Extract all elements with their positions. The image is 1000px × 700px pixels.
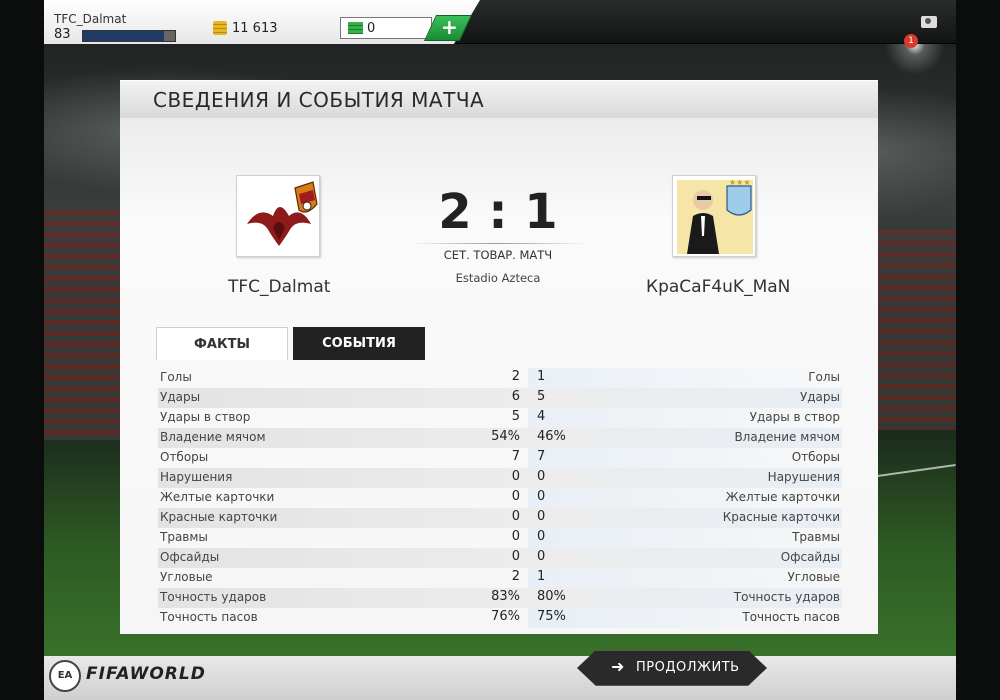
stat-value-home: 76% xyxy=(491,609,520,624)
coins-balance: 11 613 xyxy=(232,21,278,36)
stat-label-home: Отборы xyxy=(160,450,209,464)
stat-label-away: Удары в створ xyxy=(749,410,840,424)
stat-row: Удары 6 5 Удары xyxy=(158,388,842,408)
stat-row: Угловые 2 1 Угловые xyxy=(158,568,842,588)
page-title: СВЕДЕНИЯ И СОБЫТИЯ МАТЧА xyxy=(153,88,485,112)
stat-value-home: 2 xyxy=(511,569,520,584)
stand-right xyxy=(870,230,956,430)
home-team-crest xyxy=(236,175,320,257)
stat-value-away: 75% xyxy=(537,609,566,624)
stat-label-away: Владение мячом xyxy=(734,430,840,444)
stat-value-away: 4 xyxy=(537,409,546,424)
stat-value-home: 54% xyxy=(491,429,520,444)
stat-value-away: 1 xyxy=(537,569,546,584)
stat-label-away: Точность ударов xyxy=(733,590,840,604)
stat-value-away: 80% xyxy=(537,589,566,604)
stat-label-away: Голы xyxy=(808,370,840,384)
stat-label-home: Точность пасов xyxy=(160,610,258,624)
cash-balance: 0 xyxy=(367,21,376,36)
stat-label-home: Удары xyxy=(160,390,201,404)
stat-value-away: 0 xyxy=(537,529,546,544)
stat-value-home: 0 xyxy=(511,549,520,564)
dragon-crest-icon xyxy=(247,181,318,246)
plus-icon[interactable]: + xyxy=(441,15,458,39)
stat-label-away: Красные карточки xyxy=(722,510,840,524)
stat-row: Отборы 7 7 Отборы xyxy=(158,448,842,468)
tab-events[interactable]: СОБЫТИЯ xyxy=(293,327,425,360)
stat-label-away: Отборы xyxy=(791,450,840,464)
avatar-crest-icon: ★★★ xyxy=(677,178,753,254)
stat-value-away: 0 xyxy=(537,469,546,484)
stat-label-away: Удары xyxy=(799,390,840,404)
away-team-crest: ★★★ xyxy=(672,175,756,257)
stat-label-away: Офсайды xyxy=(780,550,840,564)
stat-value-home: 83% xyxy=(491,589,520,604)
camera-icon[interactable] xyxy=(921,16,937,28)
away-team-name: КраСaF4uK_MaN xyxy=(646,277,791,297)
stat-value-away: 0 xyxy=(537,489,546,504)
xp-progress-bar xyxy=(82,30,176,42)
xp-progress-fill xyxy=(83,31,164,41)
stat-label-away: Желтые карточки xyxy=(725,490,840,504)
match-stats-table: Голы 2 1 Голы Удары 6 5 Удары Удары в створ 5 4 Уда… xyxy=(158,368,842,628)
stat-label-home: Красные карточки xyxy=(160,510,278,524)
stat-row: Травмы 0 0 Травмы xyxy=(158,528,842,548)
stat-value-away: 0 xyxy=(537,549,546,564)
stat-label-home: Офсайды xyxy=(160,550,220,564)
svg-text:★★★: ★★★ xyxy=(729,178,751,187)
stat-row: Удары в створ 5 4 Удары в створ xyxy=(158,408,842,428)
stat-label-away: Травмы xyxy=(792,530,840,544)
stat-label-home: Нарушения xyxy=(160,470,233,484)
notification-badge[interactable]: 1 xyxy=(904,34,918,48)
stat-label-home: Владение мячом xyxy=(160,430,266,444)
stat-row: Желтые карточки 0 0 Желтые карточки xyxy=(158,488,842,508)
match-type: СЕТ. ТОВАР. МАТЧ xyxy=(443,248,553,262)
stat-value-away: 7 xyxy=(537,449,546,464)
stat-label-home: Желтые карточки xyxy=(160,490,275,504)
stat-value-home: 7 xyxy=(511,449,520,464)
stat-value-home: 0 xyxy=(511,489,520,504)
player-name: TFC_Dalmat xyxy=(54,12,127,26)
coins-icon xyxy=(213,21,227,35)
stat-value-away: 0 xyxy=(537,509,546,524)
ea-sports-logo: EA xyxy=(49,660,81,692)
stat-label-away: Угловые xyxy=(787,570,840,584)
stat-value-home: 5 xyxy=(511,409,520,424)
stat-value-away: 1 xyxy=(537,369,546,384)
stat-label-home: Удары в створ xyxy=(160,410,251,424)
stat-row: Нарушения 0 0 Нарушения xyxy=(158,468,842,488)
stat-label-home: Травмы xyxy=(160,530,208,544)
stat-row: Офсайды 0 0 Офсайды xyxy=(158,548,842,568)
tab-facts[interactable]: ФАКТЫ xyxy=(156,327,288,360)
stat-label-away: Точность пасов xyxy=(742,610,840,624)
stat-label-away: Нарушения xyxy=(767,470,840,484)
player-level: 83 xyxy=(54,27,71,42)
stat-value-away: 46% xyxy=(537,429,566,444)
fifa-world-logo: FIFAWORLD xyxy=(86,664,206,684)
stat-row: Красные карточки 0 0 Красные карточки xyxy=(158,508,842,528)
arrow-right-icon[interactable]: ➜ xyxy=(611,657,624,676)
stat-value-away: 5 xyxy=(537,389,546,404)
stat-row: Точность ударов 83% 80% Точность ударов xyxy=(158,588,842,608)
stat-value-home: 0 xyxy=(511,469,520,484)
stat-label-home: Точность ударов xyxy=(160,590,267,604)
stadium-name: Estadio Azteca xyxy=(455,271,541,285)
score-divider xyxy=(408,243,588,244)
stat-row: Точность пасов 76% 75% Точность пасов xyxy=(158,608,842,628)
stat-value-home: 0 xyxy=(511,529,520,544)
stat-value-home: 0 xyxy=(511,509,520,524)
match-score: 2 : 1 xyxy=(438,184,558,240)
stat-label-home: Угловые xyxy=(160,570,213,584)
stat-label-home: Голы xyxy=(160,370,192,384)
continue-button-label[interactable]: ПРОДОЛЖИТЬ xyxy=(636,660,740,675)
stat-value-home: 6 xyxy=(511,389,520,404)
cash-icon xyxy=(348,22,363,34)
stat-value-home: 2 xyxy=(511,369,520,384)
stat-row: Владение мячом 54% 46% Владение мячом xyxy=(158,428,842,448)
home-team-name: TFC_Dalmat xyxy=(228,277,331,297)
stat-row: Голы 2 1 Голы xyxy=(158,368,842,388)
